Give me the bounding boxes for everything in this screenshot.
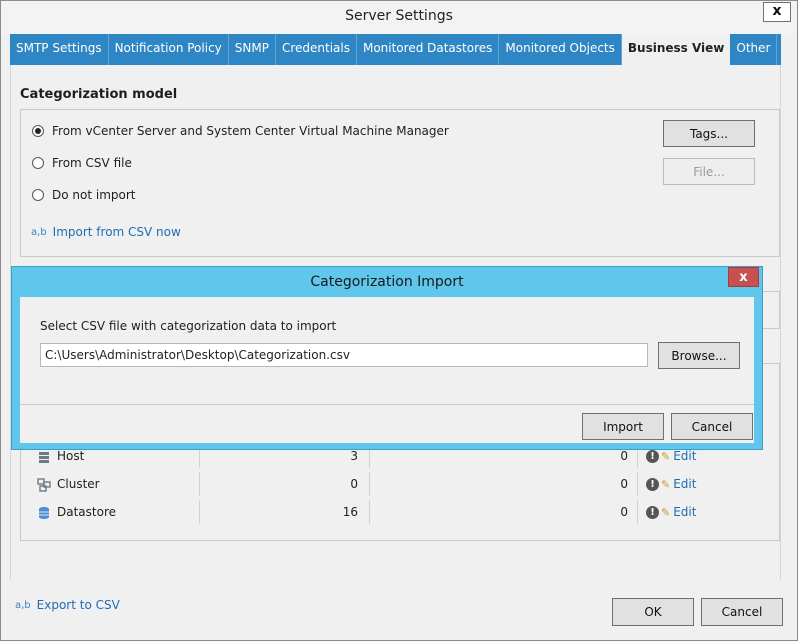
tab-monitored-datastores[interactable]: Monitored Datastores: [357, 34, 500, 65]
column-separator: [637, 472, 638, 496]
dialog-prompt: Select CSV file with categorization data…: [40, 319, 337, 333]
radio-option-vcenter[interactable]: From vCenter Server and System Center Vi…: [32, 124, 449, 138]
datastore-icon: [39, 506, 49, 519]
browse-button[interactable]: Browse...: [658, 342, 740, 369]
object-count: 16: [342, 505, 358, 519]
object-second-value: 0: [620, 505, 628, 519]
object-name: Host: [57, 449, 85, 463]
edit-link[interactable]: Edit: [673, 477, 696, 491]
categorization-import-dialog: Categorization Import x Select CSV file …: [11, 266, 763, 450]
object-name: Cluster: [57, 477, 100, 491]
warning-icon: !: [646, 478, 659, 491]
dialog-divider: [20, 404, 754, 405]
edit-action[interactable]: ! ✎ Edit: [646, 470, 696, 498]
ok-button[interactable]: OK: [612, 598, 694, 626]
pencil-icon: ✎: [661, 506, 671, 519]
tab-snmp[interactable]: SNMP: [229, 34, 276, 65]
tab-credentials[interactable]: Credentials: [276, 34, 357, 65]
settings-tab-bar: SMTP Settings Notification Policy SNMP C…: [10, 34, 781, 65]
radio-option-csv-file[interactable]: From CSV file: [32, 156, 132, 170]
dialog-title: Categorization Import: [310, 274, 464, 290]
server-settings-window: Server Settings x SMTP Settings Notifica…: [0, 0, 798, 641]
tab-monitored-objects[interactable]: Monitored Objects: [499, 34, 622, 65]
dialog-body: Select CSV file with categorization data…: [20, 297, 754, 443]
radio-option-do-not-import[interactable]: Do not import: [32, 188, 135, 202]
csv-import-icon: a,b: [31, 226, 47, 238]
column-separator: [199, 472, 200, 496]
host-icon: [39, 451, 49, 463]
import-button[interactable]: Import: [582, 413, 664, 440]
table-row[interactable]: Datastore 16 0 ! ✎ Edit: [31, 498, 770, 526]
edit-link[interactable]: Edit: [673, 505, 696, 519]
object-name-cell: Datastore: [37, 498, 116, 526]
export-to-csv-link-row[interactable]: a,b Export to CSV: [15, 598, 120, 612]
column-separator: [637, 500, 638, 524]
object-name: Datastore: [57, 505, 117, 519]
column-separator: [369, 500, 370, 524]
column-separator: [369, 472, 370, 496]
csv-path-input[interactable]: C:\Users\Administrator\Desktop\Categoriz…: [40, 343, 648, 367]
tab-notification-policy[interactable]: Notification Policy: [109, 34, 229, 65]
edit-action[interactable]: ! ✎ Edit: [646, 498, 696, 526]
window-title: Server Settings: [345, 8, 453, 24]
warning-icon: !: [646, 506, 659, 519]
object-count: 0: [350, 477, 358, 491]
tab-smtp-settings[interactable]: SMTP Settings: [10, 34, 109, 65]
radio-button-checked[interactable]: [32, 125, 44, 137]
tab-other[interactable]: Other: [730, 34, 778, 65]
pencil-icon: ✎: [661, 450, 671, 463]
cancel-button[interactable]: Cancel: [701, 598, 783, 626]
radio-button[interactable]: [32, 157, 44, 169]
cluster-icon: [37, 477, 51, 492]
radio-label: From CSV file: [52, 156, 132, 170]
radio-button[interactable]: [32, 189, 44, 201]
tags-button[interactable]: Tags...: [663, 120, 755, 147]
object-name-cell: Cluster: [37, 470, 100, 498]
csv-export-icon: a,b: [15, 599, 31, 611]
radio-label: From vCenter Server and System Center Vi…: [52, 124, 449, 138]
dialog-cancel-button[interactable]: Cancel: [671, 413, 753, 440]
window-titlebar: Server Settings: [1, 1, 797, 34]
import-from-csv-link-row[interactable]: a,b Import from CSV now: [31, 225, 181, 239]
table-row[interactable]: Cluster 0 0 ! ✎ Edit: [31, 470, 770, 498]
radio-label: Do not import: [52, 188, 136, 202]
file-button[interactable]: File...: [663, 158, 755, 185]
edit-link[interactable]: Edit: [673, 449, 696, 463]
categorization-model-heading: Categorization model: [20, 87, 178, 102]
warning-icon: !: [646, 450, 659, 463]
tab-business-view[interactable]: Business View: [621, 34, 731, 65]
import-from-csv-link[interactable]: Import from CSV now: [53, 225, 181, 239]
export-to-csv-link[interactable]: Export to CSV: [37, 598, 120, 612]
pencil-icon: ✎: [661, 478, 671, 491]
column-separator: [199, 500, 200, 524]
window-close-button[interactable]: x: [763, 2, 791, 22]
dialog-close-button[interactable]: x: [728, 267, 759, 287]
object-second-value: 0: [620, 477, 628, 491]
